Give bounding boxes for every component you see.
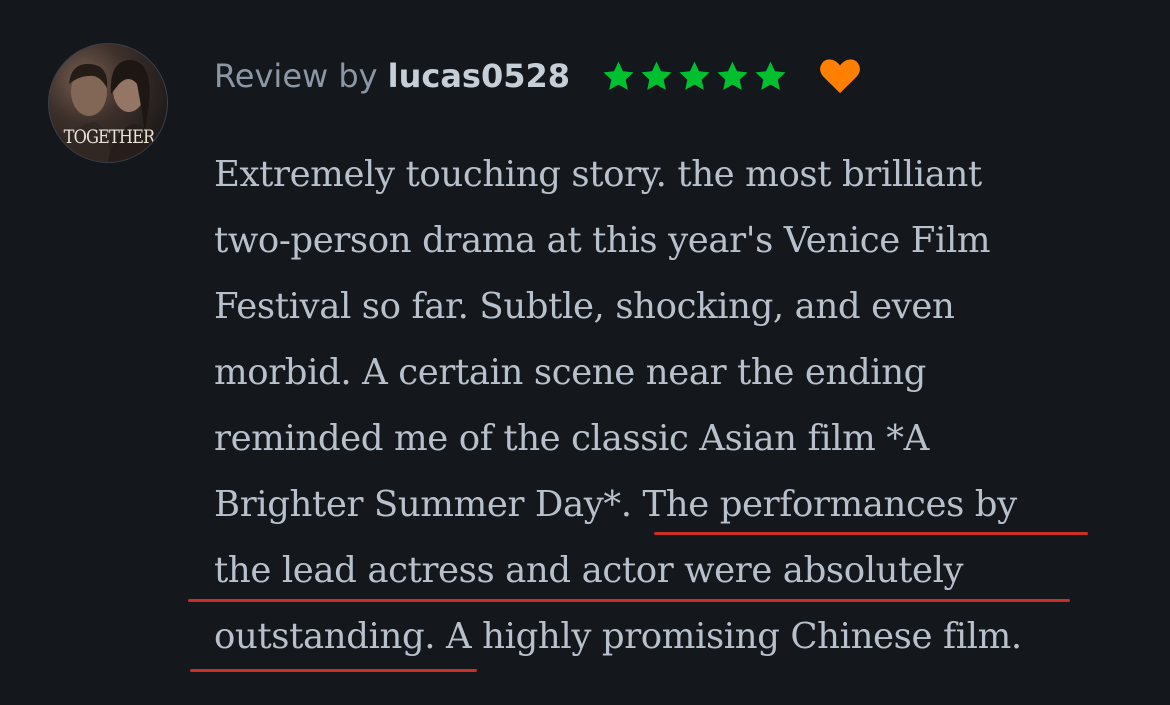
star-icon bbox=[717, 61, 748, 90]
review-by-label: Review by bbox=[214, 57, 378, 95]
star-icon bbox=[679, 61, 710, 90]
review-header: Review by lucas0528 bbox=[214, 52, 862, 100]
review-line: Extremely touching story. the most brill… bbox=[214, 154, 982, 195]
heart-icon[interactable] bbox=[818, 58, 862, 94]
review-line: outstanding. A highly promising Chinese … bbox=[214, 616, 1022, 657]
review-card: TOGETHER Review by lucas0528 Extremely t… bbox=[0, 0, 1170, 705]
review-line: the lead actress and actor were absolute… bbox=[214, 550, 964, 591]
username-link[interactable]: lucas0528 bbox=[388, 57, 570, 95]
avatar[interactable]: TOGETHER bbox=[48, 43, 168, 163]
star-rating bbox=[600, 59, 790, 94]
review-line: two-person drama at this year's Venice F… bbox=[214, 220, 991, 261]
avatar-poster-title: TOGETHER bbox=[63, 126, 156, 148]
review-line: Brighter Summer Day*. The performances b… bbox=[214, 484, 1017, 525]
review-line: Festival so far. Subtle, shocking, and e… bbox=[214, 286, 955, 327]
star-icon bbox=[641, 61, 672, 90]
review-line: morbid. A certain scene near the ending bbox=[214, 352, 927, 393]
review-line: reminded me of the classic Asian film *A bbox=[214, 418, 929, 459]
red-underline-annotation bbox=[190, 669, 477, 672]
review-body: Extremely touching story. the most brill… bbox=[214, 142, 1114, 670]
star-icon bbox=[755, 61, 786, 90]
star-icon bbox=[603, 61, 634, 90]
red-underline-annotation bbox=[654, 532, 1088, 535]
red-underline-annotation bbox=[188, 599, 1070, 602]
